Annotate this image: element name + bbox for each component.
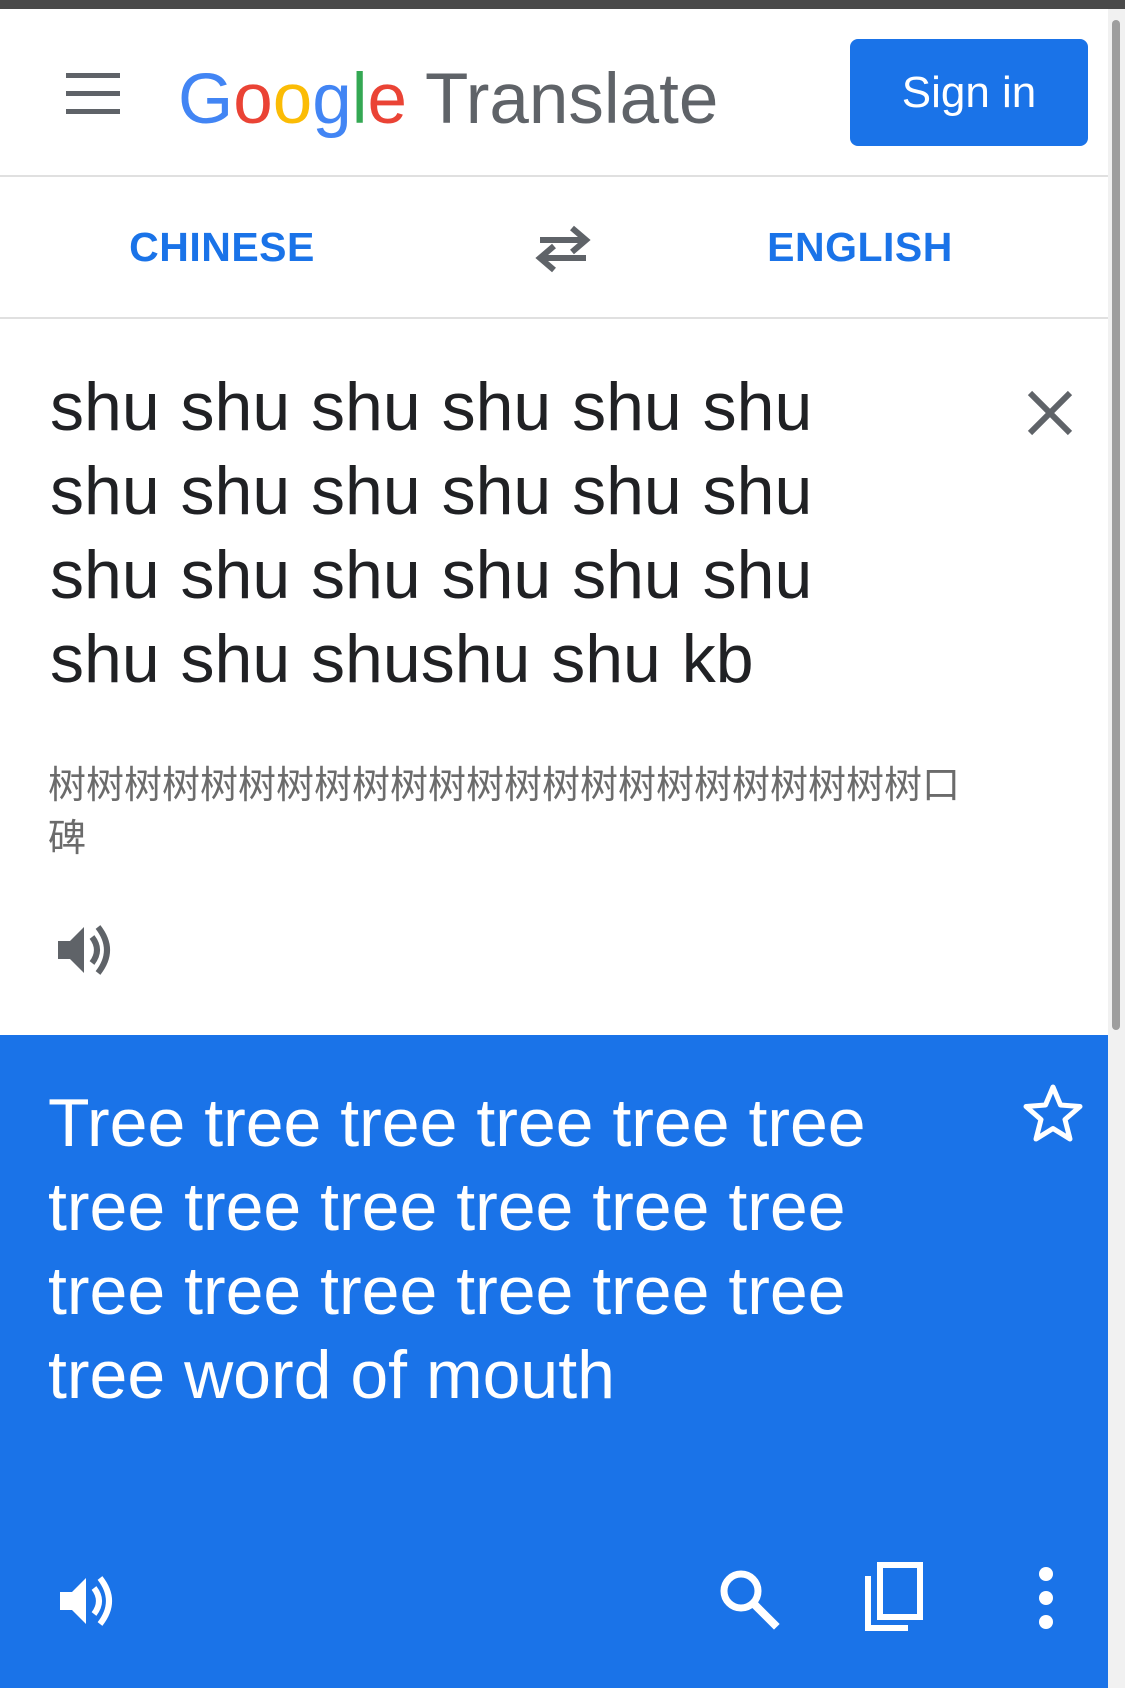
google-translate-logo: Google Translate [178,55,718,145]
google-wordmark: Google [178,55,407,145]
logo-letter: o [233,60,273,139]
scrollbar-thumb[interactable] [1112,20,1120,1030]
search-icon[interactable] [716,1566,780,1630]
app-header: Google Translate Sign in [0,9,1108,177]
product-name: Translate [425,60,719,139]
speaker-icon[interactable] [54,919,116,981]
source-input-area[interactable]: shu shu shu shu shu shu shu shu shu shu … [0,319,1108,1035]
hamburger-menu-icon[interactable] [62,71,126,117]
source-transliteration: 树树树树树树树树树树树树树树树树树树树树树树树口碑 [48,763,961,860]
translation-result-card: Tree tree tree tree tree tree tree tree … [0,1035,1108,1688]
logo-letter: l [351,60,368,139]
copy-icon[interactable] [860,1562,926,1634]
target-language-button[interactable]: ENGLISH [718,177,1002,317]
translate-page: Google Translate Sign in CHINESE ENGLISH… [0,0,1125,1688]
speaker-icon[interactable] [56,1570,118,1632]
language-bar: CHINESE ENGLISH [0,177,1108,319]
status-strip [0,0,1125,9]
logo-letter: o [272,60,313,139]
logo-letter: g [312,60,352,139]
star-outline-icon[interactable] [1022,1083,1084,1145]
source-text[interactable]: shu shu shu shu shu shu shu shu shu shu … [50,365,880,701]
logo-letter: e [367,60,408,139]
logo-letter: G [178,60,234,139]
sign-in-button[interactable]: Sign in [850,39,1088,146]
more-vertical-icon[interactable] [1028,1565,1064,1631]
source-language-button[interactable]: CHINESE [80,177,364,317]
swap-arrows-icon[interactable] [530,220,596,276]
close-icon[interactable] [1022,385,1078,441]
translated-text: Tree tree tree tree tree tree tree tree … [48,1085,866,1413]
